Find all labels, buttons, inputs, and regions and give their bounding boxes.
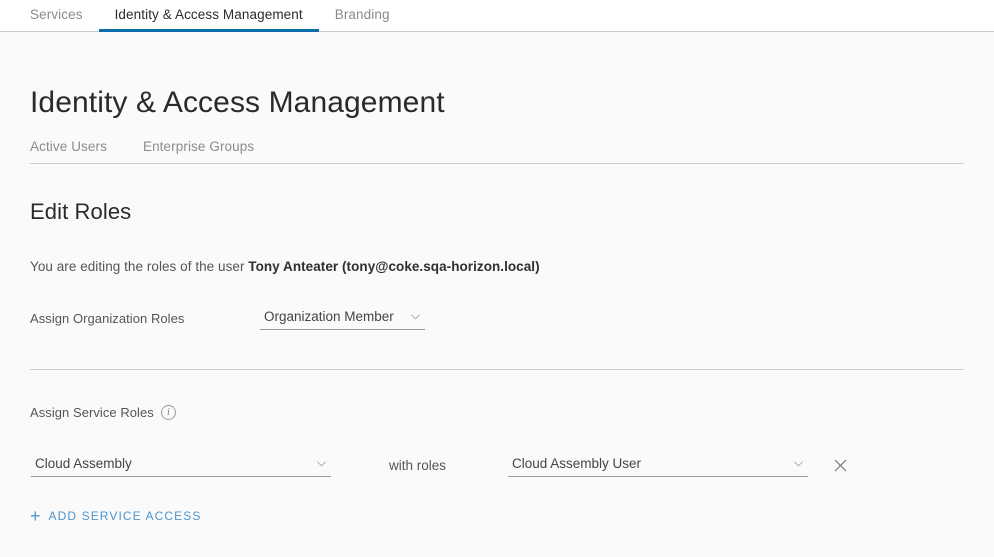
sub-tab-bar: Active Users Enterprise Groups: [30, 139, 964, 164]
description-prefix: You are editing the roles of the user: [30, 259, 249, 274]
chevron-down-icon: [317, 461, 326, 467]
info-icon[interactable]: i: [160, 405, 176, 420]
sub-tab-active-users[interactable]: Active Users: [30, 139, 107, 154]
organization-role-value: Organization Member: [264, 309, 394, 324]
section-title-edit-roles: Edit Roles: [30, 199, 132, 224]
service-name-value: Cloud Assembly: [35, 456, 132, 471]
assign-service-roles-label: Assign Service Roles: [30, 405, 154, 420]
service-access-row: Cloud Assembly with roles Cloud Assembly…: [30, 454, 964, 477]
assign-organization-roles-row: Assign Organization Roles Organization M…: [30, 307, 964, 330]
service-name-select[interactable]: Cloud Assembly: [31, 454, 331, 477]
section-divider: [30, 369, 964, 370]
header-tab-branding[interactable]: Branding: [319, 0, 406, 32]
remove-service-access-button[interactable]: [829, 455, 851, 477]
sub-tab-enterprise-groups[interactable]: Enterprise Groups: [143, 139, 254, 154]
header-tab-label: Branding: [334, 7, 390, 22]
service-role-select[interactable]: Cloud Assembly User: [508, 454, 808, 477]
close-icon: [834, 459, 846, 472]
add-service-access-button[interactable]: + Add Service Access: [30, 507, 201, 525]
edit-roles-description: You are editing the roles of the user To…: [30, 259, 964, 274]
service-role-value: Cloud Assembly User: [512, 456, 642, 471]
chevron-down-icon: [411, 314, 420, 320]
with-roles-label: with roles: [389, 458, 447, 473]
chevron-down-icon: [794, 461, 803, 467]
header-tab-label: Identity & Access Management: [114, 7, 303, 22]
top-navigation-bar: Services Identity & Access Management Br…: [0, 0, 994, 32]
organization-role-select[interactable]: Organization Member: [260, 307, 425, 330]
header-tab-services[interactable]: Services: [14, 0, 99, 32]
header-tab-identity-access-management[interactable]: Identity & Access Management: [98, 0, 319, 32]
description-user: Tony Anteater (tony@coke.sqa-horizon.loc…: [248, 259, 540, 274]
page-title: Identity & Access Management: [30, 86, 445, 119]
assign-organization-roles-label: Assign Organization Roles: [30, 311, 185, 326]
add-service-access-label: Add Service Access: [48, 509, 202, 523]
assign-service-roles-header: Assign Service Roles i: [30, 405, 964, 420]
main-content: Identity & Access Management Active User…: [0, 32, 994, 527]
header-tab-label: Services: [30, 7, 83, 22]
plus-icon: +: [30, 506, 41, 526]
